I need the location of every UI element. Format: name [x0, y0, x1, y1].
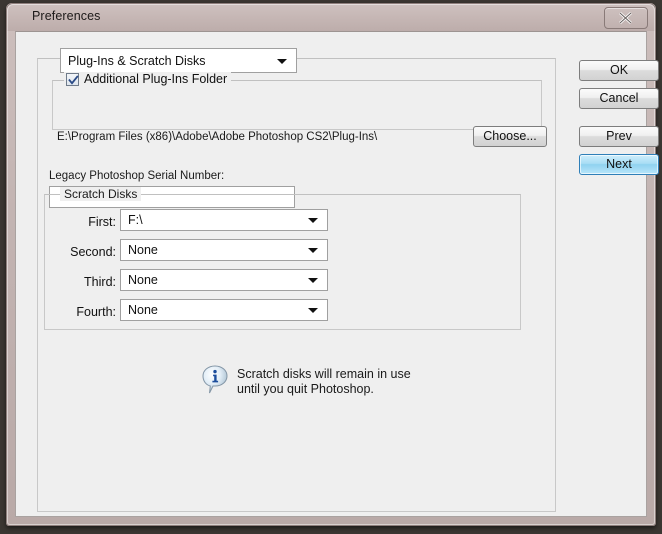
scratch-fourth-label: Fourth: — [76, 305, 116, 319]
preferences-window: Preferences Plug-Ins & Scratch Disks Add… — [6, 3, 659, 526]
section-dropdown-value: Plug-Ins & Scratch Disks — [68, 53, 206, 68]
additional-plugins-checkbox[interactable]: Additional Plug-Ins Folder — [64, 72, 232, 86]
additional-plugins-label: Additional Plug-Ins Folder — [84, 72, 228, 86]
close-button[interactable] — [604, 7, 648, 29]
additional-plugins-group — [52, 80, 542, 130]
scratch-disks-legend: Scratch Disks — [60, 187, 142, 201]
scratch-first-label: First: — [88, 215, 116, 229]
scratch-fourth-dropdown[interactable]: None — [120, 299, 328, 321]
dialog-body: Plug-Ins & Scratch Disks Additional Plug… — [15, 31, 659, 517]
ok-button[interactable]: OK — [579, 60, 659, 81]
chevron-down-icon — [308, 308, 318, 313]
cancel-button[interactable]: Cancel — [579, 88, 659, 109]
chevron-down-icon — [308, 248, 318, 253]
chevron-down-icon — [277, 58, 287, 64]
scratch-third-label: Third: — [84, 275, 116, 289]
scratch-fourth-value: None — [128, 303, 158, 317]
title-bar: Preferences — [6, 3, 656, 31]
plugins-path-text: E:\Program Files (x86)\Adobe\Adobe Photo… — [57, 131, 378, 143]
check-icon — [68, 74, 79, 85]
legacy-serial-label: Legacy Photoshop Serial Number: — [49, 170, 225, 182]
note-text: Scratch disks will remain in use until y… — [237, 367, 411, 396]
close-icon — [619, 12, 632, 24]
info-icon — [202, 365, 228, 394]
scratch-third-dropdown[interactable]: None — [120, 269, 328, 291]
next-button[interactable]: Next — [579, 154, 659, 175]
scratch-third-value: None — [128, 273, 158, 287]
choose-button[interactable]: Choose... — [473, 126, 547, 147]
scratch-second-label: Second: — [70, 245, 116, 259]
scratch-first-dropdown[interactable]: F:\ — [120, 209, 328, 231]
scratch-first-value: F:\ — [128, 213, 143, 227]
scratch-second-dropdown[interactable]: None — [120, 239, 328, 261]
chevron-down-icon — [308, 218, 318, 223]
window-title: Preferences — [32, 9, 101, 23]
prev-button[interactable]: Prev — [579, 126, 659, 147]
section-dropdown[interactable]: Plug-Ins & Scratch Disks — [60, 48, 297, 73]
checkbox-box — [66, 72, 79, 86]
scratch-disks-note: Scratch disks will remain in use until y… — [202, 365, 411, 397]
scratch-second-value: None — [128, 243, 158, 257]
chevron-down-icon — [308, 278, 318, 283]
